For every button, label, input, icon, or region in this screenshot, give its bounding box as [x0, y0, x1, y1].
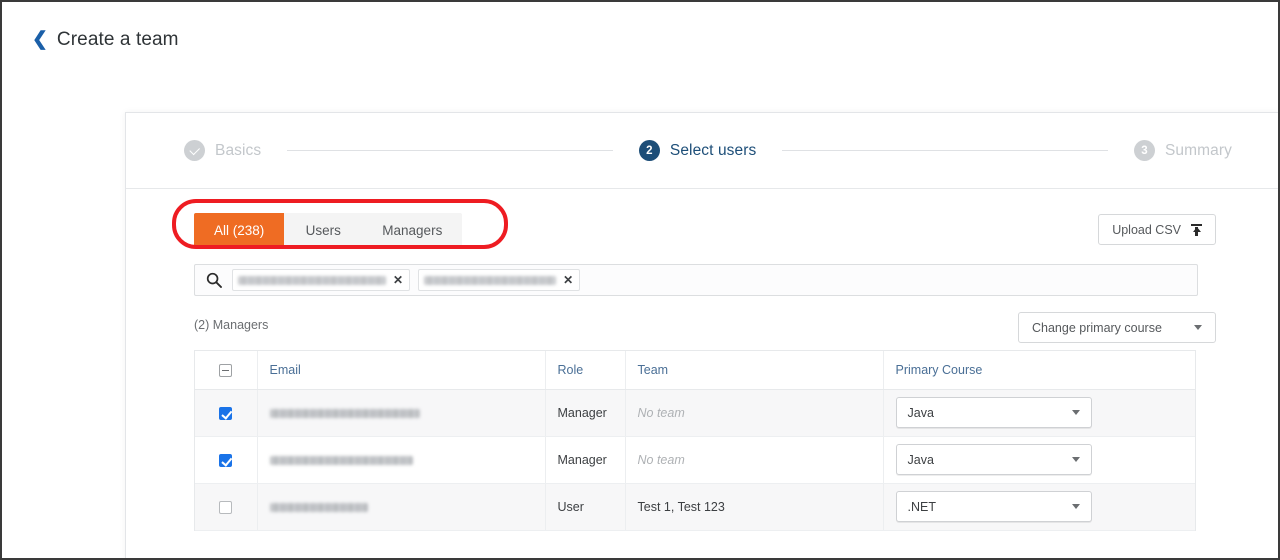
primary-course-dropdown[interactable]: Java [895, 397, 1092, 428]
step-number-badge: 3 [1133, 140, 1155, 161]
column-header-team[interactable]: Team [625, 351, 884, 390]
tab-all-label: All (238) [214, 222, 265, 238]
cell-team: Test 1, Test 123 [625, 483, 884, 531]
cell-primary-course: .NET [883, 483, 1195, 531]
page-header: ❮ Create a team [2, 2, 1278, 112]
cell-team: No team [625, 436, 884, 484]
primary-course-value: Java [907, 405, 934, 420]
no-team-label: No team [637, 452, 685, 467]
tab-row: All (238) Users Managers Upload CSV [172, 199, 1216, 249]
column-header-email[interactable]: Email [257, 351, 546, 390]
stepper-connector-2 [782, 150, 1108, 151]
column-header-role[interactable]: Role [545, 351, 626, 390]
row-checkbox[interactable] [219, 406, 233, 420]
table-row: Manager No team Java [195, 389, 1195, 437]
users-table: Email Role Team Primary Course Manager N… [194, 350, 1196, 531]
step-summary[interactable]: 3 Summary [1133, 140, 1232, 161]
tab-all[interactable]: All (238) [194, 213, 285, 247]
cell-primary-course: Java [883, 436, 1195, 484]
step-basics[interactable]: Basics [184, 140, 261, 161]
row-checkbox[interactable] [219, 500, 233, 514]
back-to-teams-link[interactable]: ❮ Create a team [32, 29, 179, 51]
table-subheader: (2) Managers Change primary course [194, 312, 1216, 343]
table-row: User Test 1, Test 123 .NET [195, 483, 1195, 531]
primary-course-value: .NET [907, 499, 936, 514]
search-chip[interactable]: ✕ [418, 269, 581, 291]
row-select-cell [195, 436, 258, 484]
search-field[interactable]: ✕ ✕ [194, 264, 1198, 296]
step-summary-label: Summary [1164, 141, 1232, 159]
search-chip-label [238, 275, 386, 285]
no-team-label: No team [637, 405, 685, 420]
filter-tabs: All (238) Users Managers [194, 213, 463, 247]
cell-team: No team [625, 389, 884, 437]
table-header: Email Role Team Primary Course [195, 351, 1195, 390]
chevron-down-icon [1071, 504, 1080, 509]
tab-managers-label: Managers [382, 222, 443, 238]
email-redacted [269, 502, 368, 512]
wizard-card: Basics 2 Select users 3 Summary All (238… [125, 112, 1278, 558]
change-primary-course-dropdown[interactable]: Change primary course [1018, 312, 1216, 343]
cell-email [257, 436, 546, 484]
upload-csv-button[interactable]: Upload CSV [1098, 214, 1216, 245]
step-number-badge: 2 [638, 140, 660, 161]
tab-managers[interactable]: Managers [362, 213, 462, 247]
row-select-cell [195, 389, 258, 437]
page-title: Create a team [56, 29, 179, 50]
row-select-cell [195, 483, 258, 531]
column-header-primary-course[interactable]: Primary Course [883, 351, 1195, 390]
cell-email [257, 483, 546, 531]
upload-csv-label: Upload CSV [1112, 222, 1181, 237]
primary-course-dropdown[interactable]: .NET [895, 491, 1092, 522]
close-icon[interactable]: ✕ [563, 274, 573, 286]
search-input[interactable] [588, 267, 1189, 293]
row-checkbox[interactable] [219, 453, 233, 467]
search-chip[interactable]: ✕ [232, 269, 411, 291]
email-redacted [269, 408, 420, 418]
upload-icon [1191, 223, 1202, 236]
step-select-users[interactable]: 2 Select users [638, 140, 757, 161]
close-icon[interactable]: ✕ [393, 274, 403, 286]
step-basics-label: Basics [215, 141, 262, 159]
step-select-users-label: Select users [669, 141, 757, 159]
chevron-down-icon [1194, 325, 1202, 330]
table-body: Manager No team Java Manager No team Jav… [195, 389, 1195, 531]
table-header-row: Email Role Team Primary Course [195, 351, 1195, 390]
primary-course-dropdown[interactable]: Java [895, 444, 1092, 475]
select-all-checkbox[interactable] [219, 363, 233, 377]
stepper-connector-1 [287, 150, 613, 151]
change-primary-course-label: Change primary course [1032, 320, 1162, 335]
cell-role: Manager [545, 389, 626, 437]
cell-email [257, 389, 546, 437]
primary-course-value: Java [907, 452, 934, 467]
email-redacted [269, 455, 413, 465]
chevron-down-icon [1071, 457, 1080, 462]
chevron-down-icon [1071, 410, 1080, 415]
tab-users[interactable]: Users [284, 213, 362, 247]
check-circle-icon [184, 140, 205, 161]
card-body: All (238) Users Managers Upload CSV ✕ ✕ … [126, 189, 1278, 531]
table-row: Manager No team Java [195, 436, 1195, 484]
screenshot-frame: ❮ Create a team Basics 2 Select users 3 … [0, 0, 1280, 560]
cell-role: User [545, 483, 626, 531]
search-chip-label [424, 275, 557, 285]
cell-role: Manager [545, 436, 626, 484]
wizard-stepper: Basics 2 Select users 3 Summary [126, 113, 1278, 189]
managers-count-label: (2) Managers [194, 318, 269, 332]
search-icon [206, 272, 222, 288]
select-all-header [195, 351, 258, 390]
cell-primary-course: Java [883, 389, 1195, 437]
chevron-left-icon: ❮ [32, 28, 48, 50]
tab-users-label: Users [305, 222, 341, 238]
